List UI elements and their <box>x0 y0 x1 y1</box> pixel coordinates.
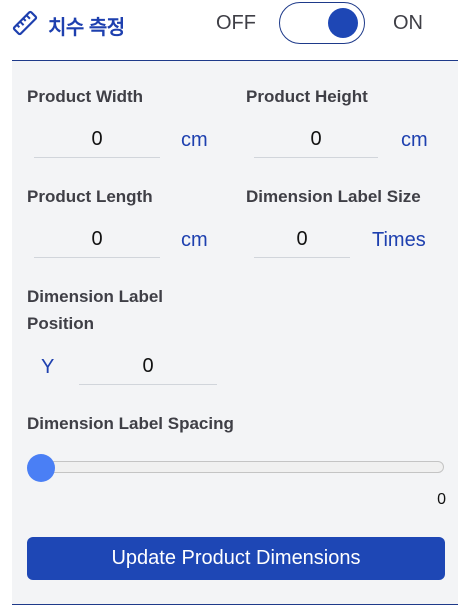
update-dimensions-button[interactable]: Update Product Dimensions <box>27 537 445 580</box>
width-unit: cm <box>181 129 208 151</box>
length-unit: cm <box>181 229 208 251</box>
length-label: Product Length <box>27 187 153 206</box>
label-position-label-line2: Position <box>27 314 95 333</box>
length-input[interactable]: 0 <box>34 221 160 258</box>
label-size-label: Dimension Label Size <box>246 187 421 206</box>
label-position-label-line1: Dimension Label <box>27 287 164 306</box>
label-spacing-slider-thumb[interactable] <box>27 454 55 482</box>
position-axis-label: Y <box>41 356 55 378</box>
label-size-unit: Times <box>372 229 426 251</box>
page-title: 치수 측정 <box>48 17 125 39</box>
toggle-off-label: OFF <box>216 12 256 34</box>
height-label: Product Height <box>246 87 368 106</box>
label-spacing-value: 0 <box>437 491 446 508</box>
label-spacing-label: Dimension Label Spacing <box>27 414 234 433</box>
measure-toggle[interactable] <box>279 2 365 44</box>
label-size-input[interactable]: 0 <box>254 221 350 258</box>
toggle-on-label: ON <box>393 12 423 34</box>
label-position-input[interactable]: 0 <box>79 348 217 385</box>
toggle-knob[interactable] <box>328 8 358 38</box>
label-spacing-slider-track[interactable] <box>28 461 444 473</box>
height-input[interactable]: 0 <box>254 121 378 158</box>
dimensions-panel: Product Width Product Height 0 cm 0 cm P… <box>12 60 458 605</box>
header: 치수 측정 OFF ON <box>0 0 470 48</box>
height-unit: cm <box>401 129 428 151</box>
width-label: Product Width <box>27 87 143 106</box>
width-input[interactable]: 0 <box>34 121 160 158</box>
ruler-icon <box>12 10 38 36</box>
